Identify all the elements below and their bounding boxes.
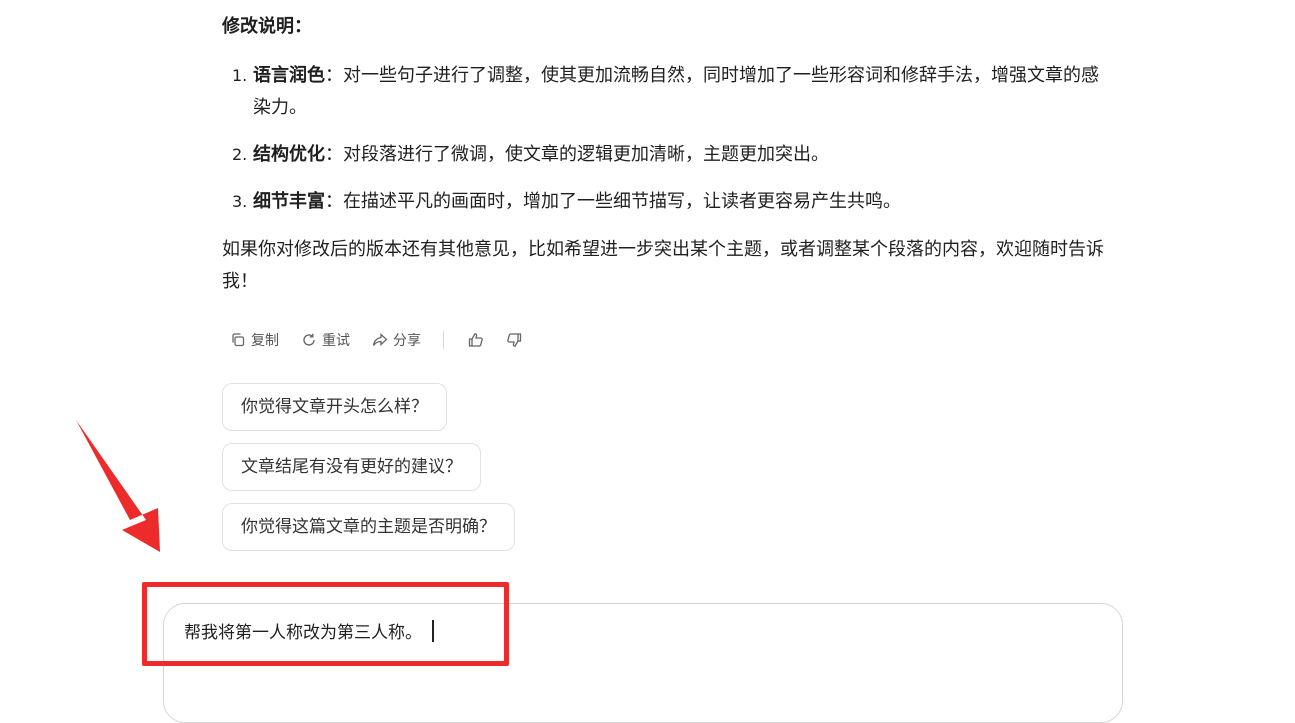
dislike-button[interactable] (506, 332, 522, 348)
action-divider (443, 331, 444, 349)
message-actions: 复制 重试 分享 (230, 328, 544, 352)
share-button[interactable]: 分享 (372, 330, 421, 350)
suggestion-chip[interactable]: 你觉得这篇文章的主题是否明确？ (222, 503, 515, 551)
change-number: 2. (232, 145, 248, 164)
refresh-icon (303, 333, 315, 346)
change-item: 1. 语言润色：对一些句子进行了调整，使其更加流畅自然，同时增加了一些形容词和修… (232, 60, 1112, 124)
message-composer[interactable]: 帮我将第一人称改为第三人称。 (163, 603, 1123, 723)
change-title: 细节丰富 (253, 191, 325, 212)
retry-button[interactable]: 重试 (301, 330, 350, 350)
annotation-arrow-icon (76, 420, 160, 552)
suggestion-chip[interactable]: 文章结尾有没有更好的建议？ (222, 443, 481, 491)
composer-value: 帮我将第一人称改为第三人称。 (184, 623, 422, 643)
like-button[interactable] (468, 332, 484, 348)
change-title: 结构优化 (253, 144, 325, 165)
text-caret (432, 620, 434, 642)
change-list: 1. 语言润色：对一些句子进行了调整，使其更加流畅自然，同时增加了一些形容词和修… (232, 60, 1112, 233)
response-heading: 修改说明： (222, 16, 312, 37)
copy-label: 复制 (251, 333, 279, 349)
change-title: 语言润色 (253, 65, 325, 86)
thumbs-up-icon (468, 333, 483, 347)
suggestion-chip[interactable]: 你觉得文章开头怎么样？ (222, 383, 447, 431)
copy-button[interactable]: 复制 (230, 330, 279, 350)
change-text: ：在描述平凡的画面时，增加了一些细节描写，让读者更容易产生共鸣。 (325, 191, 901, 212)
closing-paragraph: 如果你对修改后的版本还有其他意见，比如希望进一步突出某个主题，或者调整某个段落的… (222, 239, 1104, 292)
change-text: ：对一些句子进行了调整，使其更加流畅自然，同时增加了一些形容词和修辞手法，增强文… (253, 65, 1099, 118)
retry-label: 重试 (322, 333, 350, 349)
composer-input[interactable]: 帮我将第一人称改为第三人称。 (184, 620, 434, 646)
copy-icon (232, 333, 245, 347)
change-text: ：对段落进行了微调，使文章的逻辑更加清晰，主题更加突出。 (325, 144, 829, 165)
thumbs-down-icon (507, 333, 522, 347)
change-number: 1. (232, 66, 248, 85)
change-item: 2. 结构优化：对段落进行了微调，使文章的逻辑更加清晰，主题更加突出。 (232, 139, 1112, 171)
share-label: 分享 (393, 333, 421, 349)
share-icon (372, 333, 388, 346)
change-number: 3. (232, 192, 248, 211)
change-item: 3. 细节丰富：在描述平凡的画面时，增加了一些细节描写，让读者更容易产生共鸣。 (232, 186, 1112, 218)
